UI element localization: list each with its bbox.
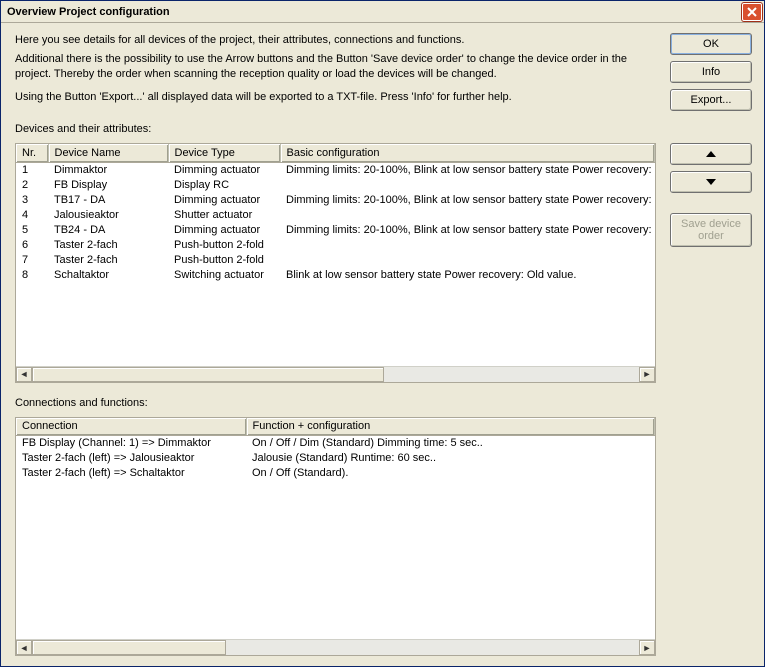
connections-col-function[interactable]: Function + configuration xyxy=(246,418,655,436)
scroll-left-button[interactable]: ◄ xyxy=(16,640,32,655)
cell-type: Switching actuator xyxy=(168,267,280,282)
cell-basic: Dimming limits: 20-100%, Blink at low se… xyxy=(280,162,655,177)
cell-nr: 8 xyxy=(16,267,48,282)
triangle-up-icon xyxy=(706,151,716,157)
cell-nr: 6 xyxy=(16,237,48,252)
title-bar: Overview Project configuration xyxy=(1,1,764,23)
cell-type: Shutter actuator xyxy=(168,207,280,222)
cell-type: Dimming actuator xyxy=(168,162,280,177)
cell-type: Push-button 2-fold xyxy=(168,252,280,267)
connections-hscrollbar[interactable]: ◄ ► xyxy=(16,639,655,655)
triangle-down-icon xyxy=(706,179,716,185)
cell-basic: Dimming limits: 20-100%, Blink at low se… xyxy=(280,192,655,207)
table-row[interactable]: Taster 2-fach (left) => JalousieaktorJal… xyxy=(16,451,655,466)
cell-type: Dimming actuator xyxy=(168,192,280,207)
cell-basic xyxy=(280,207,655,222)
cell-conn: Taster 2-fach (left) => Jalousieaktor xyxy=(16,451,246,466)
connections-col-connection[interactable]: Connection xyxy=(16,418,246,436)
intro-line-3: Using the Button 'Export...' all display… xyxy=(15,90,656,105)
connections-list[interactable]: Connection Function + configuration FB D… xyxy=(16,418,655,640)
table-row[interactable]: 2FB DisplayDisplay RC xyxy=(16,177,655,192)
devices-hscrollbar[interactable]: ◄ ► xyxy=(16,366,655,382)
cell-nr: 5 xyxy=(16,222,48,237)
cell-nr: 2 xyxy=(16,177,48,192)
cell-func: Jalousie (Standard) Runtime: 60 sec.. xyxy=(246,451,655,466)
devices-list[interactable]: Nr. Device Name Device Type Basic config… xyxy=(16,144,655,366)
triangle-left-icon: ◄ xyxy=(20,643,29,653)
cell-nr: 7 xyxy=(16,252,48,267)
devices-label: Devices and their attributes: xyxy=(15,123,656,135)
move-down-button[interactable] xyxy=(670,171,752,193)
cell-conn: Taster 2-fach (left) => Schaltaktor xyxy=(16,466,246,481)
save-device-order-button: Save device order xyxy=(670,213,752,247)
order-controls: Save device order xyxy=(670,143,752,383)
table-row[interactable]: 1DimmaktorDimming actuatorDimming limits… xyxy=(16,162,655,177)
cell-basic xyxy=(280,252,655,267)
client-area: Here you see details for all devices of … xyxy=(1,23,764,666)
cell-type: Display RC xyxy=(168,177,280,192)
scroll-thumb[interactable] xyxy=(32,640,226,655)
table-row[interactable]: 4JalousieaktorShutter actuator xyxy=(16,207,655,222)
devices-col-nr[interactable]: Nr. xyxy=(16,144,48,162)
devices-col-name[interactable]: Device Name xyxy=(48,144,168,162)
table-row[interactable]: 3TB17 - DADimming actuatorDimming limits… xyxy=(16,192,655,207)
dialog-buttons: OK Info Export... xyxy=(670,33,752,135)
intro-line-1: Here you see details for all devices of … xyxy=(15,33,656,48)
table-row[interactable]: 5TB24 - DADimming actuatorDimming limits… xyxy=(16,222,655,237)
devices-col-type[interactable]: Device Type xyxy=(168,144,280,162)
scroll-track[interactable] xyxy=(32,367,639,382)
cell-func: On / Off (Standard). xyxy=(246,466,655,481)
info-button[interactable]: Info xyxy=(670,61,752,83)
devices-list-panel: Nr. Device Name Device Type Basic config… xyxy=(15,143,656,383)
intro-text: Here you see details for all devices of … xyxy=(15,33,656,109)
cell-nr: 3 xyxy=(16,192,48,207)
ok-button[interactable]: OK xyxy=(670,33,752,55)
scroll-thumb[interactable] xyxy=(32,367,384,382)
scroll-right-button[interactable]: ► xyxy=(639,640,655,655)
cell-name: FB Display xyxy=(48,177,168,192)
cell-name: TB24 - DA xyxy=(48,222,168,237)
close-button[interactable] xyxy=(742,3,762,21)
dialog-window: Overview Project configuration Here you … xyxy=(0,0,765,667)
intro-line-2: Additional there is the possibility to u… xyxy=(15,52,656,82)
scroll-right-button[interactable]: ► xyxy=(639,367,655,382)
cell-name: Jalousieaktor xyxy=(48,207,168,222)
table-row[interactable]: 8SchaltaktorSwitching actuatorBlink at l… xyxy=(16,267,655,282)
scroll-left-button[interactable]: ◄ xyxy=(16,367,32,382)
table-row[interactable]: Taster 2-fach (left) => SchaltaktorOn / … xyxy=(16,466,655,481)
triangle-right-icon: ► xyxy=(643,643,652,653)
close-icon xyxy=(747,7,757,17)
cell-basic: Blink at low sensor battery state Power … xyxy=(280,267,655,282)
table-row[interactable]: 6Taster 2-fachPush-button 2-fold xyxy=(16,237,655,252)
cell-name: Taster 2-fach xyxy=(48,237,168,252)
title-text: Overview Project configuration xyxy=(7,6,742,18)
cell-basic: Dimming limits: 20-100%, Blink at low se… xyxy=(280,222,655,237)
scroll-track[interactable] xyxy=(32,640,639,655)
triangle-left-icon: ◄ xyxy=(20,369,29,379)
cell-name: TB17 - DA xyxy=(48,192,168,207)
table-row[interactable]: 7Taster 2-fachPush-button 2-fold xyxy=(16,252,655,267)
table-row[interactable]: FB Display (Channel: 1) => DimmaktorOn /… xyxy=(16,436,655,451)
devices-col-basic[interactable]: Basic configuration xyxy=(280,144,655,162)
cell-name: Dimmaktor xyxy=(48,162,168,177)
cell-name: Schaltaktor xyxy=(48,267,168,282)
cell-func: On / Off / Dim (Standard) Dimming time: … xyxy=(246,436,655,451)
cell-nr: 4 xyxy=(16,207,48,222)
cell-name: Taster 2-fach xyxy=(48,252,168,267)
triangle-right-icon: ► xyxy=(643,369,652,379)
cell-basic xyxy=(280,237,655,252)
connections-label: Connections and functions: xyxy=(15,397,656,409)
export-button[interactable]: Export... xyxy=(670,89,752,111)
move-up-button[interactable] xyxy=(670,143,752,165)
cell-type: Dimming actuator xyxy=(168,222,280,237)
cell-nr: 1 xyxy=(16,162,48,177)
cell-conn: FB Display (Channel: 1) => Dimmaktor xyxy=(16,436,246,451)
cell-basic xyxy=(280,177,655,192)
connections-list-panel: Connection Function + configuration FB D… xyxy=(15,417,656,657)
cell-type: Push-button 2-fold xyxy=(168,237,280,252)
